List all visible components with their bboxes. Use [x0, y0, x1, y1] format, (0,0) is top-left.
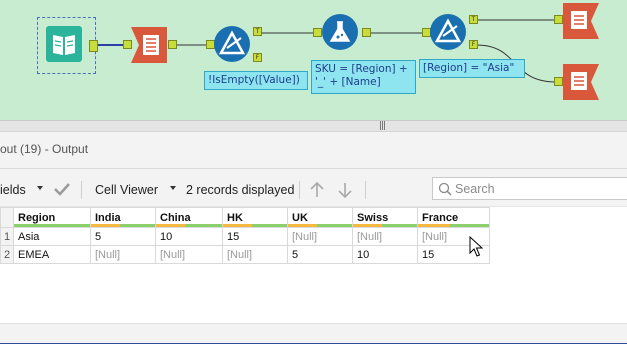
column-header[interactable]: India	[90, 207, 156, 228]
table-cell[interactable]: [Null]	[352, 227, 418, 246]
column-header[interactable]: Region	[13, 207, 91, 228]
table-row[interactable]: 2 EMEA [Null] [Null] [Null] 5 10 15	[0, 245, 490, 264]
filter-triangle-icon	[214, 26, 250, 62]
table-row[interactable]: 1 Asia 5 10 15 [Null] [Null] [Null]	[0, 227, 490, 246]
formula-input-anchor[interactable]	[313, 28, 322, 37]
fields-dropdown[interactable]: ields	[0, 183, 26, 197]
workflow-canvas[interactable]: T F !IsEmpty([Value]) SKU = [Region] + '…	[0, 0, 627, 120]
table-cell[interactable]: [Null]	[90, 245, 156, 264]
row-number-header	[0, 207, 14, 228]
pane-splitter[interactable]: |||	[0, 120, 627, 132]
results-grid[interactable]: Region India China HK UK Swiss France 1 …	[0, 206, 627, 323]
formula-tool[interactable]	[322, 14, 358, 50]
row-number: 1	[0, 227, 14, 246]
select-output-anchor[interactable]	[168, 40, 177, 49]
fields-dropdown-chevron-icon[interactable]	[37, 186, 43, 190]
output1-input-anchor[interactable]	[554, 15, 563, 24]
column-header[interactable]: France	[417, 207, 490, 228]
column-header[interactable]: HK	[222, 207, 288, 228]
table-cell[interactable]: EMEA	[13, 245, 91, 264]
book-icon	[46, 26, 82, 62]
filter2-annotation: [Region] = "Asia"	[419, 59, 525, 78]
filter2-false-anchor[interactable]: F	[469, 40, 478, 49]
horizontal-scrollbar[interactable]	[0, 343, 627, 351]
records-count-label: 2 records displayed	[186, 183, 295, 197]
cell-viewer-chevron-icon[interactable]	[170, 186, 176, 190]
cell-viewer-dropdown[interactable]: Cell Viewer	[95, 183, 158, 197]
formula-output-anchor[interactable]	[362, 28, 371, 37]
output-icon	[563, 64, 599, 100]
toolbar-separator	[365, 181, 366, 199]
filter1-false-anchor[interactable]: F	[253, 53, 262, 62]
table-cell[interactable]: 5	[90, 227, 156, 246]
row-number: 2	[0, 245, 14, 264]
filter2-true-anchor[interactable]: T	[469, 15, 478, 24]
table-cell[interactable]: [Null]	[155, 245, 223, 264]
mouse-cursor-icon	[469, 235, 484, 263]
select-list-icon	[131, 27, 167, 63]
arrow-down-icon[interactable]	[337, 181, 353, 204]
search-input[interactable]	[455, 181, 615, 196]
table-header-row: Region India China HK UK Swiss France	[0, 207, 490, 228]
filter-triangle-icon	[430, 14, 466, 50]
select-tool[interactable]	[131, 27, 167, 63]
search-box[interactable]	[432, 177, 627, 200]
apply-checkmark-icon[interactable]	[52, 180, 72, 203]
output-icon	[563, 3, 599, 39]
table-cell[interactable]: Asia	[13, 227, 91, 246]
table-cell[interactable]: 10	[155, 227, 223, 246]
output-tool-true[interactable]	[563, 3, 599, 39]
search-icon	[438, 182, 452, 201]
flask-icon	[322, 14, 358, 50]
table-cell[interactable]: 15	[222, 227, 288, 246]
input-data-tool[interactable]	[46, 26, 82, 62]
table-cell[interactable]: 5	[287, 245, 353, 264]
divider	[0, 168, 627, 169]
input-output-anchor[interactable]	[89, 40, 98, 52]
table-cell[interactable]: 10	[352, 245, 418, 264]
output-tool-false[interactable]	[563, 64, 599, 100]
output2-input-anchor[interactable]	[554, 77, 563, 86]
toolbar-separator	[81, 181, 82, 199]
filter1-annotation: !IsEmpty([Value])	[204, 71, 308, 90]
table-cell[interactable]: [Null]	[287, 227, 353, 246]
filter1-true-anchor[interactable]: T	[253, 27, 262, 36]
toolbar-separator	[299, 181, 300, 199]
grid-footer	[0, 323, 627, 343]
column-header[interactable]: UK	[287, 207, 353, 228]
formula-annotation: SKU = [Region] + '_' + [Name]	[311, 60, 416, 94]
filter-tool-isempty[interactable]	[214, 26, 250, 62]
splitter-grip-icon[interactable]: |||	[379, 121, 386, 131]
results-table: Region India China HK UK Swiss France 1 …	[0, 207, 490, 264]
arrow-up-icon[interactable]	[309, 181, 325, 204]
column-header[interactable]: China	[155, 207, 223, 228]
table-cell[interactable]: [Null]	[222, 245, 288, 264]
filter-tool-region[interactable]	[430, 14, 466, 50]
column-header[interactable]: Swiss	[352, 207, 418, 228]
results-pane-title: out (19) - Output	[0, 142, 89, 156]
